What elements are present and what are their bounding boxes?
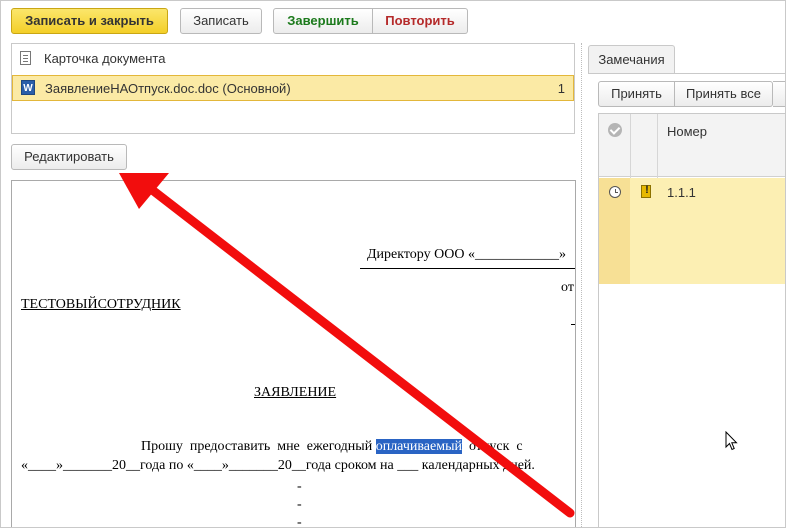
clock-icon — [609, 186, 621, 198]
attached-file-count: 1 — [557, 81, 565, 96]
attachment-list: Карточка документа W ЗаявлениеНАОтпуск.d… — [11, 43, 575, 134]
document-icon — [20, 51, 31, 65]
list-item-attached-file[interactable]: W ЗаявлениеНАОтпуск.doc.doc (Основной) 1 — [12, 75, 574, 101]
doc-addressee: Директору ООО «____________» — [367, 247, 566, 262]
doc-line — [360, 268, 575, 269]
remarks-table: Номер 1.1.1 — [598, 113, 785, 527]
accept-all-button[interactable]: Принять все — [675, 81, 773, 107]
list-item-document-card[interactable]: Карточка документа — [12, 46, 574, 71]
doc-dash: - — [297, 497, 302, 512]
table-row[interactable]: 1.1.1 — [599, 178, 785, 284]
doc-from: от — [561, 280, 574, 295]
save-and-close-button[interactable]: Записать и закрыть — [11, 8, 168, 34]
column-number-header[interactable]: Номер — [667, 124, 707, 139]
panel-splitter[interactable] — [581, 43, 582, 527]
doc-body-line1: Прошу предоставить мне ежегодный оплачив… — [141, 439, 523, 455]
table-header: Номер — [599, 114, 785, 177]
doc-body-end: отпуск с — [461, 439, 523, 454]
mouse-cursor-icon — [725, 431, 738, 451]
row-number: 1.1.1 — [667, 185, 696, 200]
doc-dash: - — [297, 479, 302, 494]
more-actions-button[interactable] — [773, 81, 785, 107]
check-circle-icon[interactable] — [608, 123, 622, 137]
doc-body-highlight: оплачиваемый — [375, 439, 462, 454]
repeat-button[interactable]: Повторить — [373, 8, 468, 34]
accept-button[interactable]: Принять — [598, 81, 675, 107]
doc-line — [571, 324, 575, 325]
attached-file-label: ЗаявлениеНАОтпуск.doc.doc (Основной) — [45, 81, 291, 96]
row-status-cell — [599, 178, 630, 284]
document-preview[interactable]: Директору ООО «____________» от ТЕСТОВЫЙ… — [11, 180, 576, 528]
doc-employee-name: ТЕСТОВЫЙСОТРУДНИК — [21, 297, 181, 312]
tab-remarks[interactable]: Замечания — [588, 45, 675, 74]
doc-body-start: Прошу предоставить мне ежегодный — [141, 439, 373, 454]
doc-body-line2: «____»_______20__года по «____»_______20… — [21, 458, 535, 473]
warning-icon — [641, 184, 652, 198]
word-icon: W — [21, 80, 35, 95]
edit-button[interactable]: Редактировать — [11, 144, 127, 170]
doc-title: ЗАЯВЛЕНИЕ — [254, 385, 337, 400]
document-window: Записать и закрыть Записать Завершить По… — [0, 0, 786, 528]
doc-dash: - — [297, 515, 302, 528]
tab-divider — [588, 73, 785, 74]
finish-button[interactable]: Завершить — [273, 8, 373, 34]
document-card-label: Карточка документа — [44, 51, 166, 66]
save-button[interactable]: Записать — [180, 8, 262, 34]
